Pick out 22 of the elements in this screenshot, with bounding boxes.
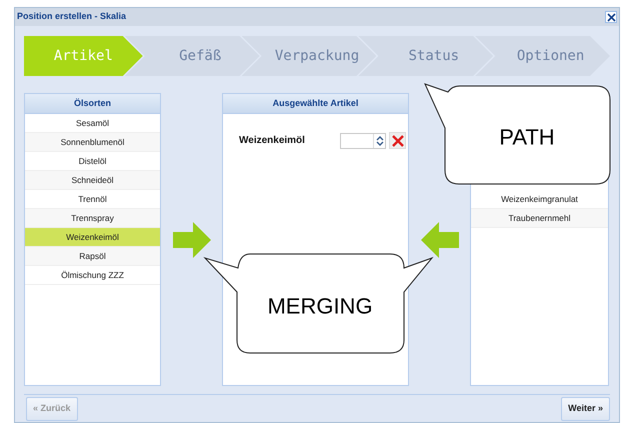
list-item[interactable]: Weizenkeimöl: [25, 228, 160, 247]
article-label: Weizenkeimöl: [239, 134, 306, 148]
close-icon: [606, 12, 616, 22]
right-arrow-icon: [172, 222, 210, 258]
next-button[interactable]: Weiter »: [561, 396, 610, 420]
callout-label: MERGING: [267, 292, 373, 320]
left-arrow-icon: [420, 222, 458, 258]
list-item[interactable]: Trennspray: [25, 209, 160, 228]
list-item[interactable]: Sonnenblumenöl: [25, 133, 160, 152]
list-item[interactable]: Rapsöl: [25, 247, 160, 266]
window-title: Position erstellen - Skalia: [17, 10, 126, 24]
callout-label: PATH: [499, 124, 555, 152]
panel-header: Ausgewählte Artikel: [223, 94, 408, 114]
list-item[interactable]: Ölmischung ZZZ: [25, 266, 160, 285]
close-button[interactable]: [605, 11, 617, 23]
delete-button[interactable]: [389, 132, 406, 149]
list-item[interactable]: Schneideöl: [25, 171, 160, 190]
spinner-arrows-icon[interactable]: [376, 134, 384, 146]
list-item[interactable]: Traubenernmehl: [471, 209, 608, 228]
delete-icon: [392, 134, 404, 146]
panel-header: Ölsorten: [25, 94, 160, 114]
quantity-spinner[interactable]: [340, 132, 386, 148]
